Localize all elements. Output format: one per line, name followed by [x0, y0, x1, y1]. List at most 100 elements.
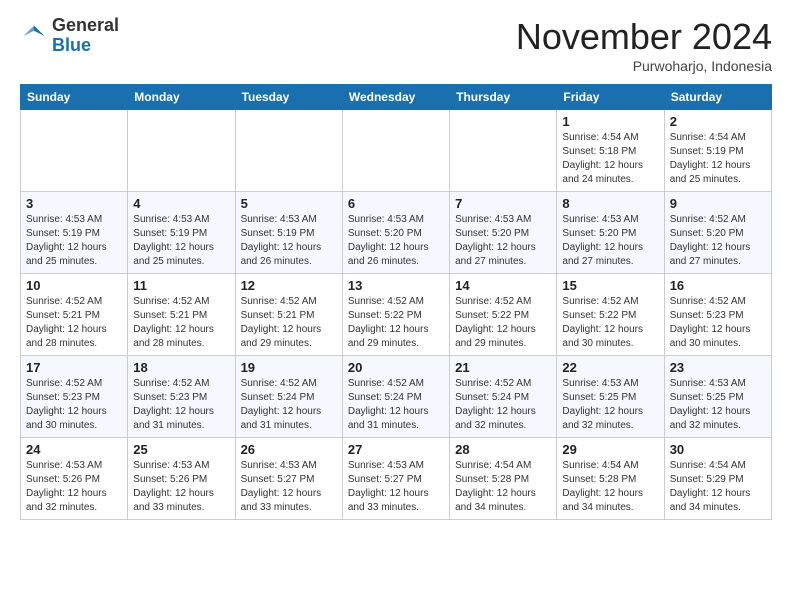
- calendar-cell: 16 Sunrise: 4:52 AM Sunset: 5:23 PM Dayli…: [664, 274, 771, 356]
- day-info: Sunrise: 4:53 AM Sunset: 5:27 PM Dayligh…: [241, 459, 337, 515]
- day-info: Sunrise: 4:52 AM Sunset: 5:22 PM Dayligh…: [455, 295, 551, 351]
- calendar-cell: 1Sunrise: 4:54 AM Sunset: 5:18 PM Daylig…: [557, 110, 664, 192]
- day-info: Sunrise: 4:53 AM Sunset: 5:20 PM Dayligh…: [348, 213, 444, 269]
- logo-general-text: General: [52, 16, 119, 36]
- day-number: 29: [562, 442, 658, 457]
- calendar-cell: 21 Sunrise: 4:52 AM Sunset: 5:24 PM Dayli…: [450, 356, 557, 438]
- month-title: November 2024: [516, 16, 772, 58]
- calendar-cell: 23 Sunrise: 4:53 AM Sunset: 5:25 PM Dayli…: [664, 356, 771, 438]
- calendar-cell: 10 Sunrise: 4:52 AM Sunset: 5:21 PM Dayli…: [21, 274, 128, 356]
- day-number: 18: [133, 360, 229, 375]
- day-number: 2: [670, 114, 766, 129]
- logo-text: General Blue: [52, 16, 119, 56]
- calendar-header-row: SundayMondayTuesdayWednesdayThursdayFrid…: [21, 85, 772, 110]
- day-info: Sunrise: 4:53 AM Sunset: 5:27 PM Dayligh…: [348, 459, 444, 515]
- day-info: Sunrise: 4:52 AM Sunset: 5:22 PM Dayligh…: [348, 295, 444, 351]
- day-number: 17: [26, 360, 122, 375]
- calendar-cell: 11 Sunrise: 4:52 AM Sunset: 5:21 PM Dayli…: [128, 274, 235, 356]
- day-info: Sunrise: 4:53 AM Sunset: 5:20 PM Dayligh…: [562, 213, 658, 269]
- calendar-week-2: 10 Sunrise: 4:52 AM Sunset: 5:21 PM Dayli…: [21, 274, 772, 356]
- day-number: 5: [241, 196, 337, 211]
- day-info: Sunrise: 4:53 AM Sunset: 5:25 PM Dayligh…: [562, 377, 658, 433]
- calendar-cell: [235, 110, 342, 192]
- day-info: Sunrise: 4:53 AM Sunset: 5:25 PM Dayligh…: [670, 377, 766, 433]
- day-number: 6: [348, 196, 444, 211]
- day-info: Sunrise: 4:53 AM Sunset: 5:26 PM Dayligh…: [133, 459, 229, 515]
- calendar-cell: 29 Sunrise: 4:54 AM Sunset: 5:28 PM Dayli…: [557, 438, 664, 520]
- day-info: Sunrise: 4:52 AM Sunset: 5:21 PM Dayligh…: [26, 295, 122, 351]
- day-number: 21: [455, 360, 551, 375]
- day-info: Sunrise: 4:52 AM Sunset: 5:21 PM Dayligh…: [133, 295, 229, 351]
- col-header-friday: Friday: [557, 85, 664, 110]
- day-number: 13: [348, 278, 444, 293]
- calendar-week-3: 17 Sunrise: 4:52 AM Sunset: 5:23 PM Dayli…: [21, 356, 772, 438]
- calendar-cell: 25 Sunrise: 4:53 AM Sunset: 5:26 PM Dayli…: [128, 438, 235, 520]
- calendar-cell: 27Sunrise: 4:53 AM Sunset: 5:27 PM Dayli…: [342, 438, 449, 520]
- calendar-cell: 8 Sunrise: 4:53 AM Sunset: 5:20 PM Daylig…: [557, 192, 664, 274]
- day-number: 19: [241, 360, 337, 375]
- day-info: Sunrise: 4:52 AM Sunset: 5:23 PM Dayligh…: [26, 377, 122, 433]
- day-info: Sunrise: 4:52 AM Sunset: 5:24 PM Dayligh…: [455, 377, 551, 433]
- title-block: November 2024 Purwoharjo, Indonesia: [516, 16, 772, 74]
- day-info: Sunrise: 4:53 AM Sunset: 5:20 PM Dayligh…: [455, 213, 551, 269]
- day-number: 1: [562, 114, 658, 129]
- col-header-sunday: Sunday: [21, 85, 128, 110]
- calendar-cell: 12 Sunrise: 4:52 AM Sunset: 5:21 PM Dayli…: [235, 274, 342, 356]
- day-info: Sunrise: 4:53 AM Sunset: 5:19 PM Dayligh…: [241, 213, 337, 269]
- day-info: Sunrise: 4:54 AM Sunset: 5:28 PM Dayligh…: [562, 459, 658, 515]
- header: General Blue November 2024 Purwoharjo, I…: [20, 16, 772, 74]
- day-info: Sunrise: 4:52 AM Sunset: 5:24 PM Dayligh…: [241, 377, 337, 433]
- calendar-cell: 15Sunrise: 4:52 AM Sunset: 5:22 PM Dayli…: [557, 274, 664, 356]
- calendar-cell: 26Sunrise: 4:53 AM Sunset: 5:27 PM Dayli…: [235, 438, 342, 520]
- calendar-week-4: 24Sunrise: 4:53 AM Sunset: 5:26 PM Dayli…: [21, 438, 772, 520]
- day-number: 25: [133, 442, 229, 457]
- day-number: 20: [348, 360, 444, 375]
- calendar-cell: 30Sunrise: 4:54 AM Sunset: 5:29 PM Dayli…: [664, 438, 771, 520]
- day-number: 28: [455, 442, 551, 457]
- calendar-cell: 14Sunrise: 4:52 AM Sunset: 5:22 PM Dayli…: [450, 274, 557, 356]
- calendar: SundayMondayTuesdayWednesdayThursdayFrid…: [20, 84, 772, 520]
- calendar-cell: 18 Sunrise: 4:52 AM Sunset: 5:23 PM Dayli…: [128, 356, 235, 438]
- calendar-cell: 3 Sunrise: 4:53 AM Sunset: 5:19 PM Daylig…: [21, 192, 128, 274]
- calendar-cell: 13 Sunrise: 4:52 AM Sunset: 5:22 PM Dayli…: [342, 274, 449, 356]
- logo-blue-text: Blue: [52, 36, 119, 56]
- day-number: 23: [670, 360, 766, 375]
- calendar-cell: 20Sunrise: 4:52 AM Sunset: 5:24 PM Dayli…: [342, 356, 449, 438]
- logo: General Blue: [20, 16, 119, 56]
- day-info: Sunrise: 4:54 AM Sunset: 5:29 PM Dayligh…: [670, 459, 766, 515]
- location: Purwoharjo, Indonesia: [516, 58, 772, 74]
- day-info: Sunrise: 4:52 AM Sunset: 5:21 PM Dayligh…: [241, 295, 337, 351]
- calendar-cell: [450, 110, 557, 192]
- col-header-wednesday: Wednesday: [342, 85, 449, 110]
- calendar-week-1: 3 Sunrise: 4:53 AM Sunset: 5:19 PM Daylig…: [21, 192, 772, 274]
- day-number: 7: [455, 196, 551, 211]
- day-info: Sunrise: 4:54 AM Sunset: 5:28 PM Dayligh…: [455, 459, 551, 515]
- day-info: Sunrise: 4:52 AM Sunset: 5:23 PM Dayligh…: [670, 295, 766, 351]
- col-header-saturday: Saturday: [664, 85, 771, 110]
- day-info: Sunrise: 4:52 AM Sunset: 5:20 PM Dayligh…: [670, 213, 766, 269]
- day-number: 11: [133, 278, 229, 293]
- logo-icon: [20, 22, 48, 50]
- calendar-cell: 7 Sunrise: 4:53 AM Sunset: 5:20 PM Daylig…: [450, 192, 557, 274]
- day-number: 4: [133, 196, 229, 211]
- calendar-cell: 5 Sunrise: 4:53 AM Sunset: 5:19 PM Daylig…: [235, 192, 342, 274]
- day-info: Sunrise: 4:53 AM Sunset: 5:19 PM Dayligh…: [26, 213, 122, 269]
- calendar-cell: [128, 110, 235, 192]
- day-number: 3: [26, 196, 122, 211]
- day-number: 22: [562, 360, 658, 375]
- day-info: Sunrise: 4:52 AM Sunset: 5:22 PM Dayligh…: [562, 295, 658, 351]
- col-header-monday: Monday: [128, 85, 235, 110]
- day-info: Sunrise: 4:53 AM Sunset: 5:19 PM Dayligh…: [133, 213, 229, 269]
- calendar-cell: [342, 110, 449, 192]
- day-number: 9: [670, 196, 766, 211]
- day-number: 10: [26, 278, 122, 293]
- day-info: Sunrise: 4:52 AM Sunset: 5:23 PM Dayligh…: [133, 377, 229, 433]
- col-header-thursday: Thursday: [450, 85, 557, 110]
- day-info: Sunrise: 4:54 AM Sunset: 5:19 PM Dayligh…: [670, 131, 766, 187]
- day-number: 16: [670, 278, 766, 293]
- calendar-cell: 2 Sunrise: 4:54 AM Sunset: 5:19 PM Daylig…: [664, 110, 771, 192]
- day-number: 8: [562, 196, 658, 211]
- page: General Blue November 2024 Purwoharjo, I…: [0, 0, 792, 612]
- day-number: 12: [241, 278, 337, 293]
- calendar-cell: 28 Sunrise: 4:54 AM Sunset: 5:28 PM Dayli…: [450, 438, 557, 520]
